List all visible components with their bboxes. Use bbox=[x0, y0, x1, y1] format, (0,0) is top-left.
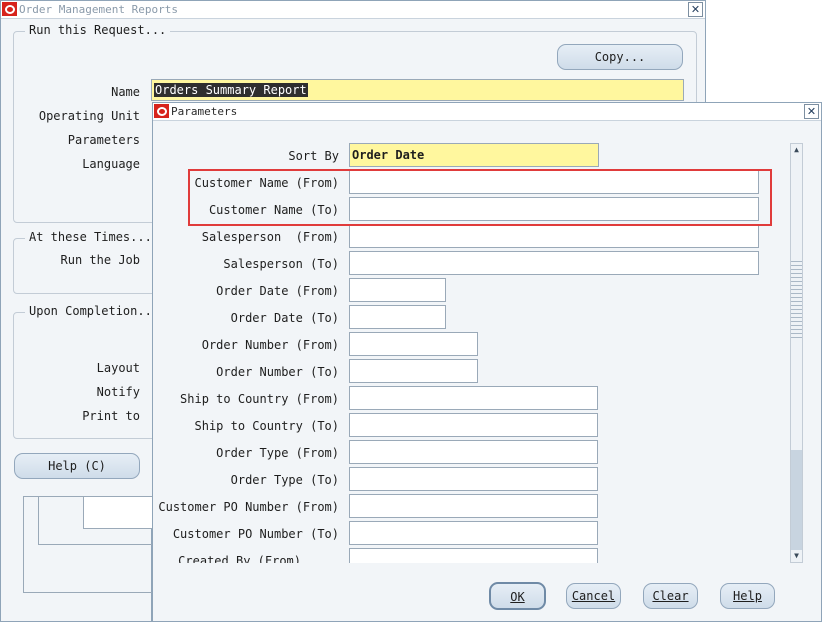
help-button-label: Help bbox=[733, 589, 762, 603]
help-button[interactable]: Help (C) bbox=[14, 453, 140, 479]
window-title: Order Management Reports bbox=[19, 3, 178, 16]
sort-by-label: Sort By bbox=[288, 149, 339, 163]
operating-unit-label: Operating Unit bbox=[38, 109, 140, 123]
help-button-label: Help (C) bbox=[48, 459, 106, 473]
param-label: Ship to Country (From) bbox=[180, 392, 339, 406]
dialog-titlebar: Parameters ✕ bbox=[153, 103, 821, 121]
name-field[interactable]: Orders Summary Report bbox=[151, 79, 684, 101]
param-label: Order Type (From) bbox=[216, 446, 339, 460]
layout-label: Layout bbox=[96, 361, 140, 375]
param-label: Salesperson (To) bbox=[223, 257, 339, 271]
scroll-thumb[interactable] bbox=[791, 258, 802, 340]
ship-to-country-to-field[interactable] bbox=[349, 413, 598, 437]
copy-button-label: Copy... bbox=[594, 50, 646, 64]
salesperson-to-field[interactable] bbox=[349, 251, 759, 275]
param-label: Order Type (To) bbox=[230, 473, 339, 487]
name-label: Name bbox=[111, 85, 140, 99]
print-to-label: Print to bbox=[82, 409, 140, 423]
scroll-track-lower bbox=[791, 450, 802, 550]
order-type-to-field[interactable] bbox=[349, 467, 598, 491]
clear-button-label: Clear bbox=[652, 589, 689, 603]
order-date-from-field[interactable] bbox=[349, 278, 446, 302]
param-label: Customer PO Number (From) bbox=[158, 500, 339, 514]
customer-po-number-to-field[interactable] bbox=[349, 521, 598, 545]
background-field bbox=[83, 496, 163, 529]
cancel-button-label: Cancel bbox=[571, 589, 616, 603]
scroll-up-icon[interactable]: ▲ bbox=[791, 144, 802, 156]
upon-completion-legend: Upon Completion... bbox=[25, 304, 164, 318]
window-titlebar: Order Management Reports ✕ bbox=[1, 1, 705, 19]
sort-by-value: Order Date bbox=[352, 148, 425, 162]
clear-button[interactable]: Clear bbox=[643, 583, 698, 609]
param-label: Order Number (From) bbox=[201, 338, 339, 352]
name-value: Orders Summary Report bbox=[154, 83, 308, 97]
dialog-title: Parameters bbox=[171, 105, 238, 118]
ok-button-label: OK bbox=[510, 590, 525, 604]
order-date-to-field[interactable] bbox=[349, 305, 446, 329]
notify-label: Notify bbox=[96, 385, 140, 399]
order-number-to-field[interactable] bbox=[349, 359, 478, 383]
order-type-from-field[interactable] bbox=[349, 440, 598, 464]
copy-button[interactable]: Copy... bbox=[557, 44, 683, 70]
help-button[interactable]: Help bbox=[720, 583, 775, 609]
parameters-dialog: Parameters ✕ Sort By Order Date Customer… bbox=[152, 102, 822, 622]
scroll-down-icon[interactable]: ▼ bbox=[791, 550, 802, 562]
salesperson-from-field[interactable] bbox=[349, 224, 759, 248]
param-label: Salesperson (From) bbox=[201, 230, 339, 244]
oracle-logo-icon bbox=[154, 104, 169, 118]
vertical-scrollbar[interactable]: ▲ ▼ bbox=[790, 143, 803, 563]
param-label: Customer PO Number (To) bbox=[172, 527, 339, 541]
ok-button[interactable]: OK bbox=[489, 582, 546, 610]
run-request-legend: Run this Request... bbox=[25, 23, 171, 37]
customer-po-number-from-field[interactable] bbox=[349, 494, 598, 518]
oracle-logo-icon bbox=[2, 2, 17, 16]
param-label: Order Number (To) bbox=[216, 365, 339, 379]
order-number-from-field[interactable] bbox=[349, 332, 478, 356]
run-the-job-label: Run the Job bbox=[60, 253, 140, 267]
param-label: Order Date (From) bbox=[216, 284, 339, 298]
created-by-from-field[interactable] bbox=[349, 548, 598, 563]
close-icon[interactable]: ✕ bbox=[688, 2, 703, 17]
param-label: Ship to Country (To) bbox=[194, 419, 340, 433]
highlight-box bbox=[188, 169, 772, 226]
scroll-clip-area: Created By (From) bbox=[153, 543, 783, 563]
sort-by-field[interactable]: Order Date bbox=[349, 143, 599, 167]
param-label: Order Date (To) bbox=[230, 311, 339, 325]
param-label: Created By (From) bbox=[178, 554, 301, 563]
at-these-times-legend: At these Times... bbox=[25, 230, 156, 244]
language-label: Language bbox=[82, 157, 140, 171]
parameters-label: Parameters bbox=[67, 133, 140, 147]
cancel-button[interactable]: Cancel bbox=[566, 583, 621, 609]
ship-to-country-from-field[interactable] bbox=[349, 386, 598, 410]
close-icon[interactable]: ✕ bbox=[804, 104, 819, 119]
background-window-frame bbox=[0, 496, 163, 622]
